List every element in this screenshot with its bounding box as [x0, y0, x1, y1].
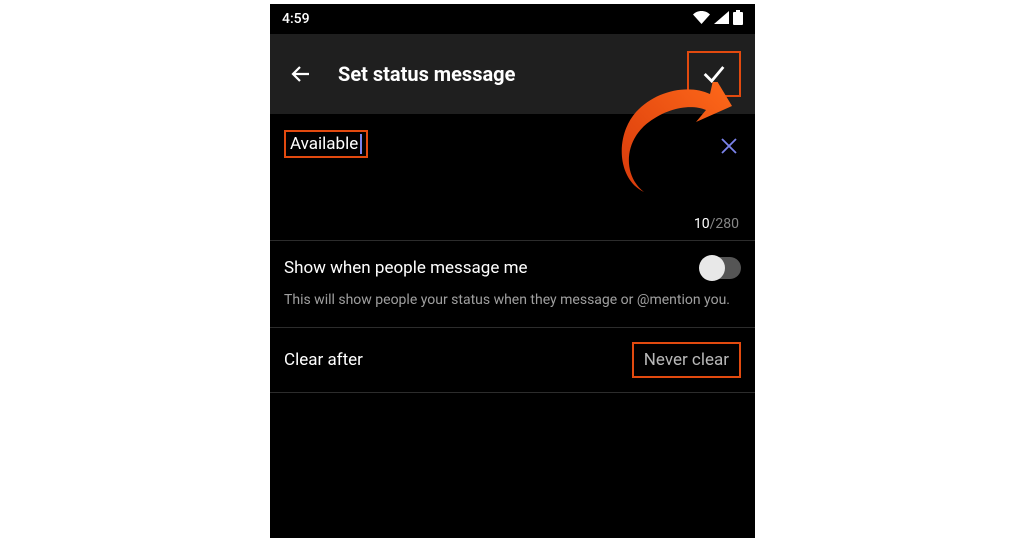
- app-bar: Set status message: [270, 34, 755, 114]
- android-status-bar: 4:59: [270, 4, 755, 34]
- show-when-label: Show when people message me: [284, 258, 528, 278]
- clear-input-button[interactable]: [713, 130, 745, 162]
- close-icon: [719, 136, 739, 156]
- char-counter: 10/280: [284, 216, 739, 232]
- status-redacted: [314, 7, 464, 31]
- signal-icon: [714, 11, 729, 28]
- battery-icon: [733, 10, 743, 29]
- confirm-button[interactable]: [687, 51, 741, 97]
- arrow-left-icon: [289, 62, 313, 86]
- show-when-section: Show when people message me This will sh…: [270, 241, 755, 328]
- clear-after-label: Clear after: [284, 350, 363, 370]
- status-input-section: Available 10/280: [270, 114, 755, 241]
- phone-screen: 4:59 Set status message A: [270, 4, 755, 538]
- status-time: 4:59: [282, 11, 310, 27]
- wifi-icon: [693, 11, 710, 28]
- text-cursor: [360, 134, 362, 154]
- content-area: Available 10/280 Show when people messag…: [270, 114, 755, 393]
- clear-after-value[interactable]: Never clear: [632, 342, 741, 378]
- show-when-toggle[interactable]: [701, 257, 741, 279]
- back-button[interactable]: [284, 57, 318, 91]
- check-icon: [700, 60, 728, 88]
- clear-after-section[interactable]: Clear after Never clear: [270, 328, 755, 393]
- char-count-max: 280: [715, 216, 739, 232]
- toggle-knob: [699, 255, 725, 281]
- status-input-highlight: Available: [284, 130, 368, 158]
- status-input[interactable]: Available: [290, 134, 358, 154]
- show-when-description: This will show people your status when t…: [284, 291, 741, 311]
- char-count-current: 10: [694, 216, 710, 232]
- page-title: Set status message: [338, 62, 515, 86]
